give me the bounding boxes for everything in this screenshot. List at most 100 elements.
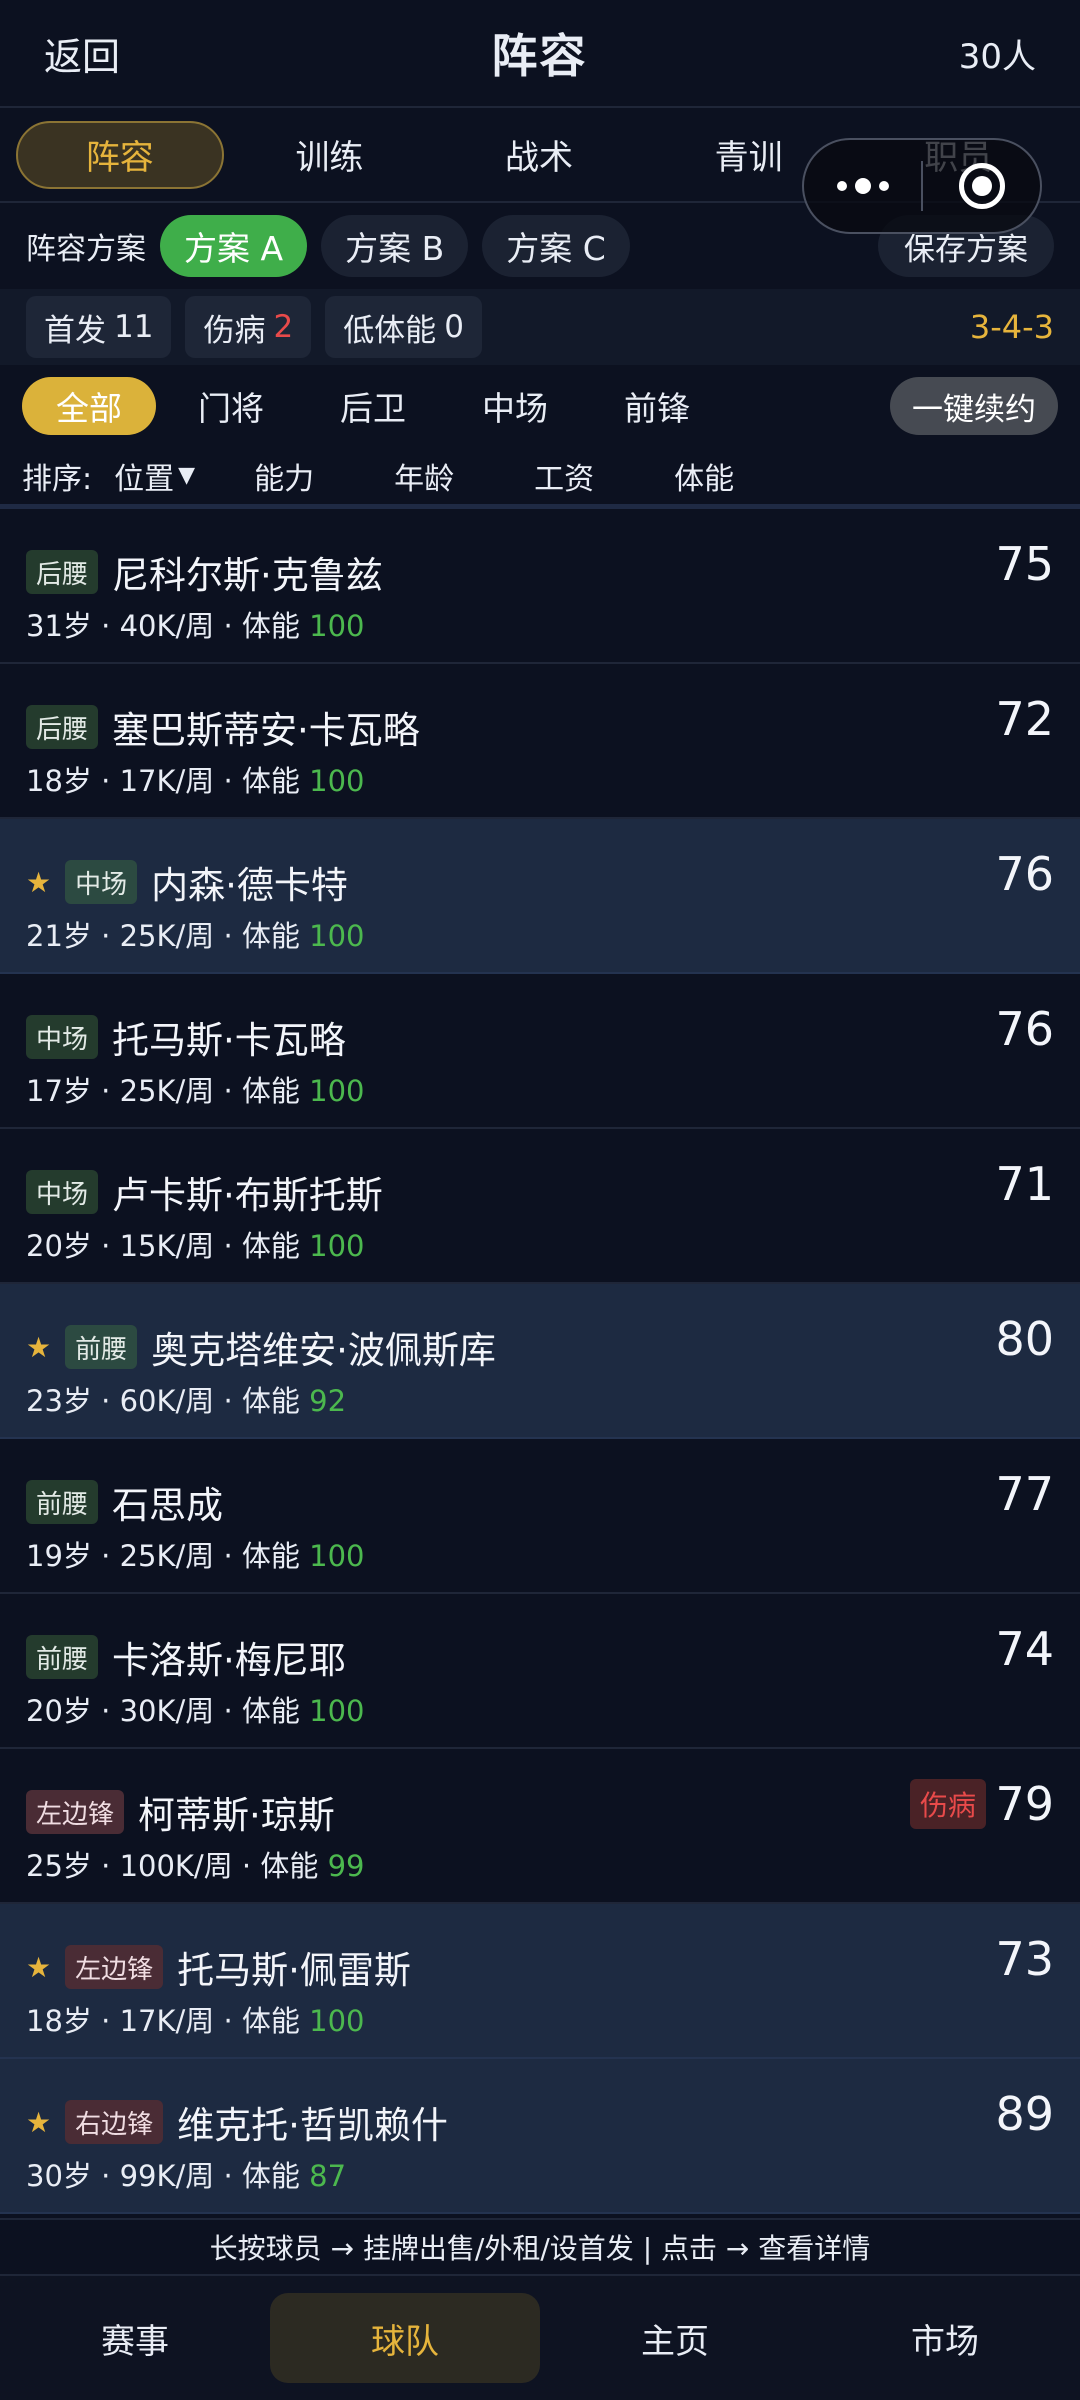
sort-stamina[interactable]: 体能 [674, 454, 814, 498]
filter-goalkeeper[interactable]: 门将 [164, 377, 298, 435]
starters-stat: 首发 11 [26, 296, 172, 358]
player-meta: 30岁 · 99K/周 · 体能 87 [26, 2159, 347, 2193]
nav-team[interactable]: 球队 [270, 2293, 540, 2383]
player-meta: 17岁 · 25K/周 · 体能 100 [26, 1074, 365, 1108]
stats-row: 首发 11 伤病 2 低体能 0 3-4-3 [0, 289, 1080, 365]
back-button[interactable]: 返回 [44, 26, 120, 81]
sort-position[interactable]: 位置 ▼ [114, 454, 254, 498]
player-rating: 76 [995, 1002, 1054, 1056]
player-rating: 76 [995, 847, 1054, 901]
position-tag: 后腰 [26, 550, 99, 594]
filter-midfield[interactable]: 中场 [448, 377, 582, 435]
sort-ability[interactable]: 能力 [254, 454, 394, 498]
player-rating: 80 [995, 1312, 1054, 1366]
player-meta: 25岁 · 100K/周 · 体能 99 [26, 1849, 365, 1883]
player-name: 托马斯·卡瓦略 [112, 1019, 346, 1062]
player-name: 奥克塔维安·波佩斯库 [151, 1329, 496, 1372]
nav-market[interactable]: 市场 [810, 2293, 1080, 2383]
starter-star-icon: ★ [26, 1950, 52, 1984]
player-row[interactable]: ★ 左边锋 托马斯·佩雷斯 18岁 · 17K/周 · 体能 100 73 [0, 1904, 1080, 2059]
player-rating: 89 [995, 2087, 1054, 2141]
player-rating: 75 [995, 537, 1054, 591]
player-row[interactable]: 前腰 卡洛斯·梅尼耶 20岁 · 30K/周 · 体能 100 74 [0, 1594, 1080, 1749]
player-name: 内森·德卡特 [151, 864, 348, 907]
filter-defender[interactable]: 后卫 [306, 377, 440, 435]
tab-lineup[interactable]: 阵容 [16, 120, 224, 189]
sort-age[interactable]: 年龄 [394, 454, 534, 498]
player-name: 卡洛斯·梅尼耶 [112, 1639, 346, 1682]
filter-all[interactable]: 全部 [22, 377, 156, 435]
player-row[interactable]: 中场 托马斯·卡瓦略 17岁 · 25K/周 · 体能 100 76 [0, 974, 1080, 1129]
player-rating: 73 [995, 1932, 1054, 1986]
player-name: 尼科尔斯·克鲁兹 [112, 554, 383, 597]
player-name: 托马斯·佩雷斯 [177, 1949, 411, 1992]
usage-hint: 长按球员 → 挂牌出售/外租/设首发 | 点击 → 查看详情 [0, 2218, 1080, 2274]
starter-star-icon: ★ [26, 2105, 52, 2139]
player-meta: 20岁 · 30K/周 · 体能 100 [26, 1694, 365, 1728]
player-name: 石思成 [112, 1484, 224, 1527]
more-icon[interactable] [804, 178, 921, 194]
nav-matches[interactable]: 赛事 [0, 2293, 270, 2383]
player-rating: 79 [995, 1777, 1054, 1831]
plan-label: 阵容方案 [26, 232, 146, 267]
sort-label: 排序: [22, 461, 93, 497]
position-filter: 全部 门将 后卫 中场 前锋 一键续约 [0, 365, 1080, 447]
plan-b-button[interactable]: 方案 B [321, 215, 469, 277]
position-tag: 前腰 [65, 1325, 138, 1369]
top-bar: 返回 阵容 30人 [0, 0, 1080, 108]
player-rating: 77 [995, 1467, 1054, 1521]
position-tag: 中场 [26, 1170, 99, 1214]
player-meta: 23岁 · 60K/周 · 体能 92 [26, 1384, 347, 1418]
close-target-icon[interactable] [923, 163, 1040, 209]
player-meta: 19岁 · 25K/周 · 体能 100 [26, 1539, 365, 1573]
player-row[interactable]: 中场 卢卡斯·布斯托斯 20岁 · 15K/周 · 体能 100 71 [0, 1129, 1080, 1284]
position-tag: 左边锋 [26, 1790, 125, 1834]
player-rating: 71 [995, 1157, 1054, 1211]
player-name: 柯蒂斯·琼斯 [138, 1794, 335, 1837]
formation-label: 3-4-3 [969, 308, 1054, 346]
player-row[interactable]: 前腰 石思成 19岁 · 25K/周 · 体能 100 77 [0, 1439, 1080, 1594]
player-meta: 31岁 · 40K/周 · 体能 100 [26, 609, 365, 643]
player-row[interactable]: 后腰 尼科尔斯·克鲁兹 31岁 · 40K/周 · 体能 100 75 [0, 509, 1080, 664]
player-row[interactable]: 左边锋 柯蒂斯·琼斯 25岁 · 100K/周 · 体能 99 伤病 79 [0, 1749, 1080, 1904]
plan-c-button[interactable]: 方案 C [482, 215, 630, 277]
player-meta: 18岁 · 17K/周 · 体能 100 [26, 2004, 365, 2038]
position-tag: 中场 [65, 860, 138, 904]
nav-home[interactable]: 主页 [540, 2293, 810, 2383]
player-row[interactable]: 后腰 塞巴斯蒂安·卡瓦略 18岁 · 17K/周 · 体能 100 72 [0, 664, 1080, 819]
injured-stat: 伤病 2 [185, 296, 312, 358]
squad-count: 30人 [958, 36, 1036, 77]
player-name: 塞巴斯蒂安·卡瓦略 [112, 709, 420, 752]
starter-star-icon: ★ [26, 865, 52, 899]
starter-star-icon: ★ [26, 1330, 52, 1364]
player-meta: 21岁 · 25K/周 · 体能 100 [26, 919, 365, 953]
position-tag: 后腰 [26, 705, 99, 749]
page-title: 阵容 [491, 29, 588, 83]
position-tag: 左边锋 [65, 1945, 164, 1989]
position-tag: 前腰 [26, 1635, 99, 1679]
injury-badge: 伤病 [909, 1779, 986, 1829]
player-meta: 20岁 · 15K/周 · 体能 100 [26, 1229, 365, 1263]
player-row[interactable]: ★ 右边锋 维克托·哲凯赖什 30岁 · 99K/周 · 体能 87 89 [0, 2059, 1080, 2214]
player-row[interactable]: ★ 前腰 奥克塔维安·波佩斯库 23岁 · 60K/周 · 体能 92 80 [0, 1284, 1080, 1439]
plan-a-button[interactable]: 方案 A [160, 215, 308, 277]
miniprogram-capsule [802, 138, 1042, 234]
renew-all-button[interactable]: 一键续约 [890, 377, 1058, 435]
tab-tactics[interactable]: 战术 [435, 121, 643, 189]
sort-arrow-icon: ▼ [178, 463, 196, 488]
player-list: 后腰 尼科尔斯·克鲁兹 31岁 · 40K/周 · 体能 100 75 后腰 塞… [0, 509, 1080, 2214]
player-meta: 18岁 · 17K/周 · 体能 100 [26, 764, 365, 798]
player-rating: 72 [995, 692, 1054, 746]
player-row[interactable]: ★ 中场 内森·德卡特 21岁 · 25K/周 · 体能 100 76 [0, 819, 1080, 974]
position-tag: 中场 [26, 1015, 99, 1059]
player-name: 维克托·哲凯赖什 [177, 2104, 448, 2147]
position-tag: 右边锋 [65, 2100, 164, 2144]
player-name: 卢卡斯·布斯托斯 [112, 1174, 383, 1217]
sort-wage[interactable]: 工资 [534, 454, 674, 498]
position-tag: 前腰 [26, 1480, 99, 1524]
sort-row: 排序: 位置 ▼ 能力 年龄 工资 体能 [0, 447, 1080, 509]
low-stamina-stat: 低体能 0 [325, 296, 482, 358]
filter-forward[interactable]: 前锋 [590, 377, 724, 435]
tab-training[interactable]: 训练 [226, 121, 434, 189]
player-rating: 74 [995, 1622, 1054, 1676]
